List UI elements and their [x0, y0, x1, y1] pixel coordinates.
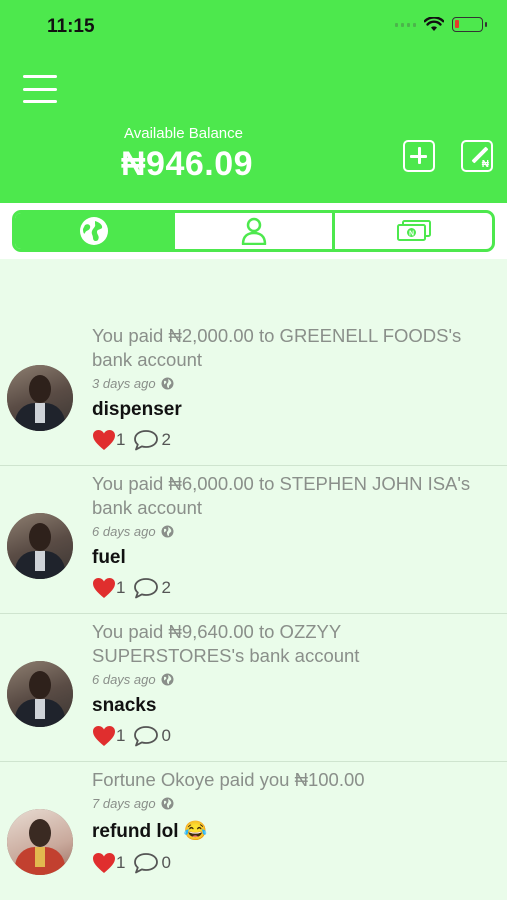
status-time: 11:15: [47, 16, 95, 37]
avatar: [7, 661, 73, 727]
add-money-button[interactable]: [403, 140, 435, 172]
like-count: 1: [116, 578, 126, 597]
header: 11:15 Available Balance ₦946.09 ₦: [0, 0, 507, 203]
balance-label: Available Balance: [124, 125, 243, 142]
menu-button[interactable]: [23, 75, 57, 103]
heart-icon[interactable]: [92, 725, 116, 747]
transaction-description: You paid ₦2,000.00 to GREENELL FOODS's b…: [92, 325, 462, 370]
feed-item[interactable]: You paid ₦9,640.00 to OZZYY SUPERSTORES'…: [0, 614, 507, 762]
avatar: [7, 365, 73, 431]
globe-icon: [161, 377, 174, 390]
signal-icon: [395, 22, 416, 27]
wifi-icon: [424, 17, 444, 31]
reactions: 1 2: [92, 429, 171, 451]
comment-icon[interactable]: [133, 429, 159, 451]
heart-icon[interactable]: [92, 852, 116, 874]
person-icon: [241, 217, 266, 245]
avatar: [7, 513, 73, 579]
transaction-meta: 6 days ago: [92, 672, 174, 687]
transaction-description: You paid ₦6,000.00 to STEPHEN JOHN ISA's…: [92, 473, 471, 518]
comment-icon[interactable]: [133, 725, 159, 747]
balance-amount: ₦946.09: [121, 145, 254, 183]
transaction-time: 3 days ago: [92, 376, 156, 391]
avatar: [7, 809, 73, 875]
battery-icon: [452, 17, 487, 32]
transaction-time: 6 days ago: [92, 672, 156, 687]
like-count: 1: [116, 853, 126, 872]
like-count: 1: [116, 726, 126, 745]
like-count: 1: [116, 430, 126, 449]
reactions: 1 2: [92, 577, 171, 599]
reactions: 1 0: [92, 852, 171, 874]
globe-icon: [79, 217, 108, 245]
compose-payment-button[interactable]: ₦: [461, 140, 493, 172]
feed-item[interactable]: You paid ₦2,000.00 to GREENELL FOODS's b…: [0, 318, 507, 466]
globe-icon: [161, 525, 174, 538]
transaction-note: dispenser: [92, 399, 182, 420]
tab-transactions[interactable]: N: [332, 213, 492, 249]
transaction-time: 6 days ago: [92, 524, 156, 539]
transaction-meta: 3 days ago: [92, 376, 174, 391]
heart-icon[interactable]: [92, 429, 116, 451]
svg-text:N: N: [408, 231, 413, 238]
transaction-description: Fortune Okoye paid you ₦100.00: [92, 769, 365, 790]
status-icons: [395, 17, 487, 32]
transaction-note: refund lol 😂: [92, 821, 208, 842]
comment-count: 0: [161, 726, 171, 745]
transaction-time: 7 days ago: [92, 796, 156, 811]
transaction-note: fuel: [92, 547, 126, 568]
globe-icon: [161, 673, 174, 686]
transaction-description: You paid ₦9,640.00 to OZZYY SUPERSTORES'…: [92, 621, 360, 666]
tab-public[interactable]: [15, 213, 172, 249]
transaction-meta: 6 days ago: [92, 524, 174, 539]
heart-icon[interactable]: [92, 577, 116, 599]
activity-feed: You paid ₦2,000.00 to GREENELL FOODS's b…: [0, 318, 507, 900]
transaction-meta: 7 days ago: [92, 796, 174, 811]
feed-item[interactable]: You paid ₦6,000.00 to STEPHEN JOHN ISA's…: [0, 466, 507, 614]
cash-icon: N: [396, 220, 431, 241]
transaction-note: snacks: [92, 695, 157, 716]
comment-count: 2: [161, 578, 171, 597]
feed-tabs: N: [12, 210, 495, 252]
globe-icon: [161, 797, 174, 810]
comment-icon[interactable]: [133, 852, 159, 874]
reactions: 1 0: [92, 725, 171, 747]
naira-icon: ₦: [481, 159, 489, 170]
comment-icon[interactable]: [133, 577, 159, 599]
feed-item[interactable]: Fortune Okoye paid you ₦100.00 7 days ag…: [0, 762, 507, 900]
tab-personal[interactable]: [172, 213, 332, 249]
comment-count: 0: [161, 853, 171, 872]
comment-count: 2: [161, 430, 171, 449]
